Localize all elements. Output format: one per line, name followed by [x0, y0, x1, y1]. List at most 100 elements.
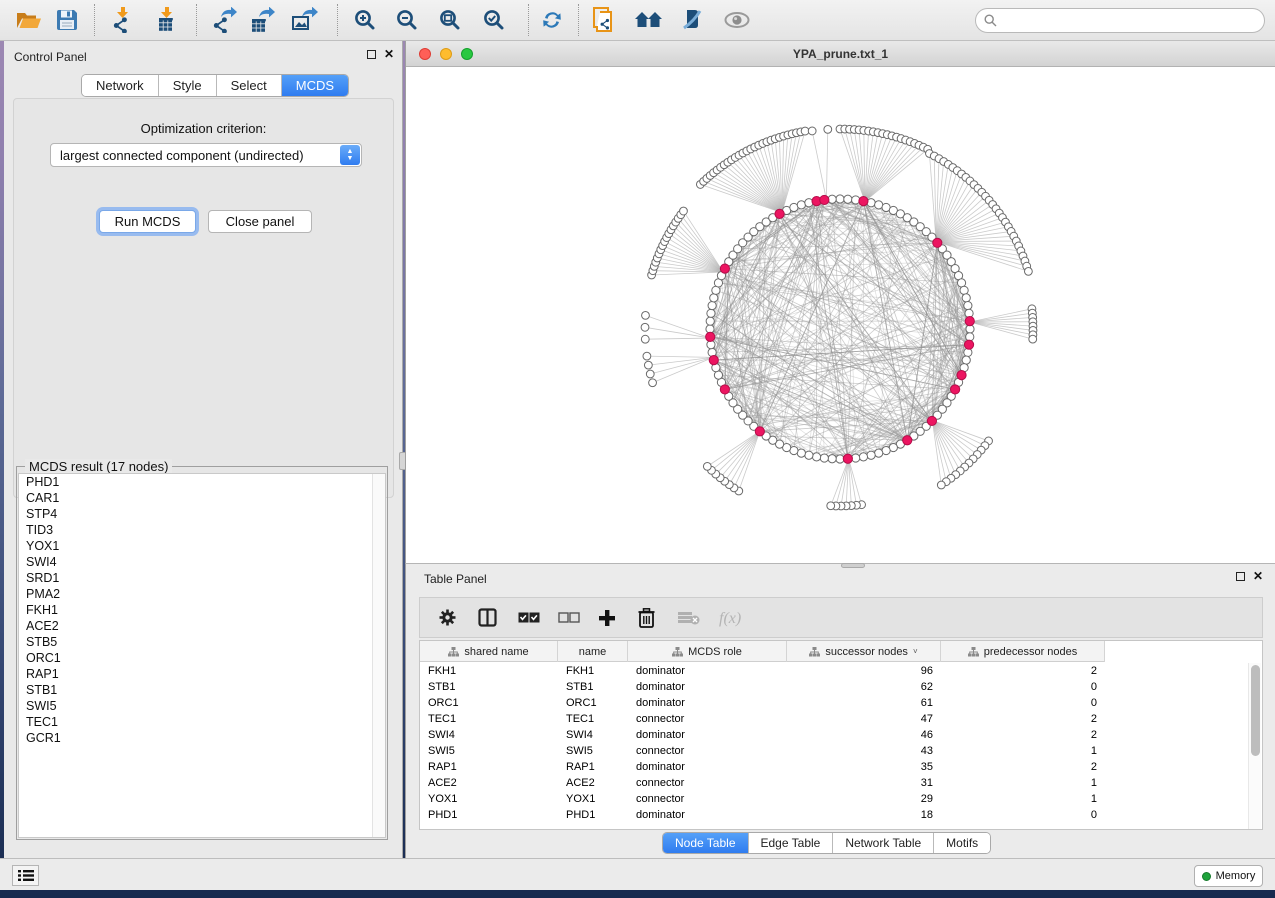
- scrollbar-track[interactable]: [1248, 663, 1261, 829]
- clone-network-icon[interactable]: [588, 3, 622, 37]
- chevron-down-icon: ˅: [913, 647, 918, 656]
- import-network-icon[interactable]: [106, 3, 140, 37]
- table-row[interactable]: TEC1TEC1connector472: [420, 711, 1262, 727]
- home-icon[interactable]: [632, 3, 666, 37]
- table-row[interactable]: SWI5SWI5connector431: [420, 743, 1262, 759]
- network-canvas[interactable]: [406, 67, 1275, 563]
- mcds-result-item[interactable]: TID3: [19, 522, 385, 538]
- select-all-icon[interactable]: [518, 612, 540, 624]
- search-icon: [984, 14, 997, 27]
- mcds-result-item[interactable]: STB5: [19, 634, 385, 650]
- tab-select[interactable]: Select: [216, 75, 281, 96]
- tab-node-table[interactable]: Node Table: [663, 833, 748, 853]
- add-icon[interactable]: [598, 609, 620, 627]
- scrollbar-track[interactable]: [372, 474, 385, 837]
- close-panel-button[interactable]: Close panel: [208, 210, 312, 233]
- zoom-selected-icon[interactable]: [477, 3, 511, 37]
- column-header-predecessor-nodes[interactable]: predecessor nodes: [941, 641, 1105, 662]
- eye-icon[interactable]: [720, 3, 754, 37]
- refresh-icon[interactable]: [535, 3, 569, 37]
- table-cell: dominator: [628, 697, 787, 709]
- table-row[interactable]: FKH1FKH1dominator962: [420, 663, 1262, 679]
- column-header-successor-nodes[interactable]: successor nodes˅: [787, 641, 941, 662]
- close-panel-icon[interactable]: ✕: [384, 49, 394, 59]
- export-network-icon[interactable]: [208, 3, 242, 37]
- table-row[interactable]: YOX1YOX1connector291: [420, 791, 1262, 807]
- network-window-titlebar[interactable]: YPA_prune.txt_1: [406, 41, 1275, 67]
- scrollbar-thumb[interactable]: [1251, 665, 1260, 756]
- float-panel-icon[interactable]: [367, 50, 376, 59]
- run-mcds-button[interactable]: Run MCDS: [99, 210, 196, 233]
- hide-panel-icon[interactable]: [675, 3, 709, 37]
- zoom-fit-icon[interactable]: [433, 3, 467, 37]
- columns-icon[interactable]: [478, 608, 500, 627]
- save-icon[interactable]: [50, 3, 84, 37]
- optimization-criterion-select[interactable]: largest connected component (undirected)…: [50, 143, 362, 167]
- table-cell: TEC1: [558, 713, 628, 725]
- trash-icon[interactable]: [638, 608, 660, 628]
- mcds-result-item[interactable]: FKH1: [19, 602, 385, 618]
- mcds-result-item[interactable]: CAR1: [19, 490, 385, 506]
- task-history-button[interactable]: [12, 865, 39, 886]
- table-cell: 35: [787, 761, 941, 773]
- tab-motifs[interactable]: Motifs: [933, 833, 990, 853]
- mcds-result-item[interactable]: STP4: [19, 506, 385, 522]
- mcds-result-item[interactable]: SRD1: [19, 570, 385, 586]
- export-table-icon[interactable]: [245, 3, 279, 37]
- table-cell: 18: [787, 809, 941, 821]
- mcds-result-item[interactable]: GCR1: [19, 730, 385, 746]
- splitter-grip[interactable]: [841, 563, 865, 568]
- mcds-result-item[interactable]: YOX1: [19, 538, 385, 554]
- column-header-name[interactable]: name: [558, 641, 628, 662]
- table-cell: 61: [787, 697, 941, 709]
- mcds-result-group: MCDS result (17 nodes) PHD1CAR1STP4TID3Y…: [16, 466, 388, 840]
- tab-mcds[interactable]: MCDS: [281, 75, 348, 96]
- import-table-icon[interactable]: [149, 3, 183, 37]
- mcds-result-item[interactable]: ORC1: [19, 650, 385, 666]
- tab-network-table[interactable]: Network Table: [832, 833, 933, 853]
- function-icon: f(x): [718, 608, 740, 628]
- mcds-result-item[interactable]: STB1: [19, 682, 385, 698]
- table-row[interactable]: PHD1PHD1dominator180: [420, 807, 1262, 823]
- table-cell: FKH1: [420, 665, 558, 677]
- open-file-icon[interactable]: [12, 3, 46, 37]
- column-header-MCDS-role[interactable]: MCDS role: [628, 641, 787, 662]
- list-icon: [18, 869, 34, 882]
- table-cell: dominator: [628, 665, 787, 677]
- mcds-result-item[interactable]: ACE2: [19, 618, 385, 634]
- mcds-result-item[interactable]: RAP1: [19, 666, 385, 682]
- mcds-result-item[interactable]: SWI5: [19, 698, 385, 714]
- table-cell: 1: [941, 777, 1105, 789]
- search-input[interactable]: [1002, 14, 1264, 28]
- close-panel-icon[interactable]: ✕: [1253, 571, 1263, 581]
- mcds-result-item[interactable]: PMA2: [19, 586, 385, 602]
- table-row[interactable]: ACE2ACE2connector311: [420, 775, 1262, 791]
- zoom-out-icon[interactable]: [390, 3, 424, 37]
- deselect-all-icon[interactable]: [558, 612, 580, 624]
- float-panel-icon[interactable]: [1236, 572, 1245, 581]
- mcds-result-item[interactable]: SWI4: [19, 554, 385, 570]
- column-label: shared name: [464, 646, 528, 658]
- table-row[interactable]: STB1STB1dominator620: [420, 679, 1262, 695]
- memory-button[interactable]: Memory: [1194, 865, 1263, 887]
- table-row[interactable]: ORC1ORC1dominator610: [420, 695, 1262, 711]
- table-row[interactable]: SWI4SWI4dominator462: [420, 727, 1262, 743]
- mcds-result-item[interactable]: TEC1: [19, 714, 385, 730]
- table-row[interactable]: RAP1RAP1dominator352: [420, 759, 1262, 775]
- table-cell: YOX1: [558, 793, 628, 805]
- mcds-result-list[interactable]: PHD1CAR1STP4TID3YOX1SWI4SRD1PMA2FKH1ACE2…: [18, 473, 386, 838]
- search-box[interactable]: [975, 8, 1265, 33]
- tab-style[interactable]: Style: [158, 75, 216, 96]
- table-cell: connector: [628, 793, 787, 805]
- node-table[interactable]: shared name nameMCDS rolesuccessor nodes˅…: [419, 640, 1263, 830]
- table-cell: dominator: [628, 809, 787, 821]
- table-cell: RAP1: [558, 761, 628, 773]
- tab-network[interactable]: Network: [82, 75, 158, 96]
- table-cell: 31: [787, 777, 941, 789]
- zoom-in-icon[interactable]: [348, 3, 382, 37]
- gear-icon[interactable]: [438, 608, 460, 627]
- mcds-result-item[interactable]: PHD1: [19, 474, 385, 490]
- column-header-shared-name[interactable]: shared name: [420, 641, 558, 662]
- tab-edge-table[interactable]: Edge Table: [748, 833, 833, 853]
- export-image-icon[interactable]: [288, 3, 322, 37]
